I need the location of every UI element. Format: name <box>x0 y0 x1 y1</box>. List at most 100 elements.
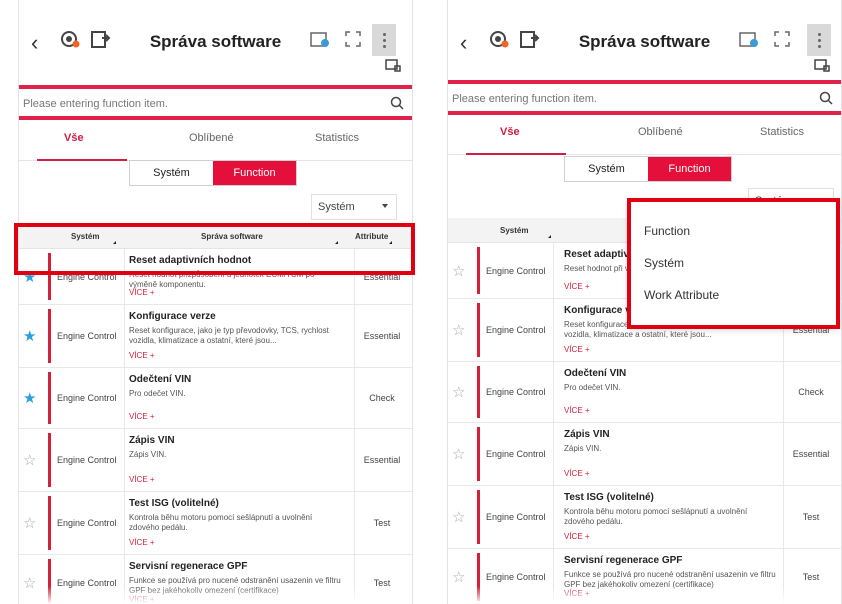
column-divider <box>783 362 784 422</box>
car-icon[interactable] <box>813 57 831 73</box>
row-function-name: Servisní regenerace GPF <box>129 561 248 572</box>
highlight-box <box>627 198 840 329</box>
table-row[interactable]: ☆ Engine Control Test ISG (volitelné) Kontr… <box>448 486 841 549</box>
more-link[interactable]: VÍCE + <box>129 288 155 297</box>
search-icon[interactable] <box>819 91 833 105</box>
more-link[interactable]: VÍCE + <box>129 538 155 547</box>
table-row[interactable]: ★ Engine Control Konfigurace verze Reset ko… <box>19 305 412 368</box>
star-icon[interactable]: ☆ <box>452 445 465 463</box>
row-marker <box>48 309 51 363</box>
toggle-system[interactable]: Systém <box>130 161 213 185</box>
tab-all[interactable]: Vše <box>500 126 520 138</box>
column-divider <box>354 305 355 367</box>
star-icon[interactable]: ☆ <box>452 262 465 280</box>
column-divider <box>553 423 554 485</box>
row-marker <box>477 427 480 481</box>
more-link[interactable]: VÍCE + <box>129 475 155 484</box>
row-system: Engine Control <box>486 572 546 582</box>
table-row[interactable]: ☆ Engine Control Zápis VIN Zápis VIN. VÍCE +… <box>19 429 412 492</box>
more-link[interactable]: VÍCE + <box>564 469 590 478</box>
star-icon[interactable]: ☆ <box>452 321 465 339</box>
row-description: Pro odečet VIN. <box>564 383 621 392</box>
row-description: Reset konfigurace, jako je typ převodovk… <box>129 326 329 345</box>
row-system: Engine Control <box>57 331 117 341</box>
more-vert-icon[interactable] <box>807 24 831 56</box>
star-icon[interactable]: ★ <box>23 327 36 345</box>
star-icon[interactable]: ★ <box>23 389 36 407</box>
more-link[interactable]: VÍCE + <box>564 282 590 291</box>
row-attribute: Check <box>798 387 824 397</box>
row-function-name: Odečtení VIN <box>564 368 627 379</box>
function-table: Systém Správa software Attribute ★ Engine… <box>19 224 412 604</box>
sort-icon <box>548 235 551 238</box>
tab-favorites[interactable]: Oblíbené <box>189 132 234 144</box>
row-system: Engine Control <box>486 325 546 335</box>
row-function-name: Servisní regenerace GPF <box>564 555 683 566</box>
row-attribute: Check <box>369 393 395 403</box>
star-icon[interactable]: ☆ <box>452 508 465 526</box>
row-system: Engine Control <box>57 518 117 528</box>
row-attribute: Essential <box>792 449 830 459</box>
fullscreen-icon[interactable] <box>771 28 793 50</box>
star-icon[interactable]: ☆ <box>452 383 465 401</box>
row-attribute: Test <box>802 512 820 522</box>
row-function-name: Konfigurace verze <box>129 311 216 322</box>
row-description: Kontrola běhu motoru pomocí sešlápnutí a… <box>129 513 313 532</box>
tab-active-indicator <box>37 159 127 161</box>
tab-statistics[interactable]: Statistics <box>315 132 359 144</box>
chevron-down-icon <box>382 204 388 208</box>
row-function-name: Test ISG (volitelné) <box>564 492 654 503</box>
search-input[interactable] <box>19 93 388 115</box>
star-icon[interactable]: ☆ <box>23 451 36 469</box>
table-row[interactable]: ☆ Engine Control Test ISG (volitelné) Kontr… <box>19 492 412 555</box>
star-icon[interactable]: ☆ <box>452 568 465 586</box>
toggle-function[interactable]: Function <box>648 157 731 181</box>
table-row[interactable]: ★ Engine Control Odečtení VIN Pro odečet VI… <box>19 368 412 429</box>
table-row[interactable]: ☆ Engine Control Zápis VIN Zápis VIN. VÍCE +… <box>448 423 841 486</box>
search-input[interactable] <box>448 88 817 110</box>
column-divider <box>553 243 554 298</box>
column-divider <box>354 368 355 428</box>
fullscreen-icon[interactable] <box>342 28 364 50</box>
search-top-line <box>448 80 841 84</box>
row-attribute: Test <box>373 518 391 528</box>
row-system: Engine Control <box>486 449 546 459</box>
row-system: Engine Control <box>57 393 117 403</box>
row-description: Zápis VIN. <box>129 450 167 459</box>
search-icon[interactable] <box>390 96 404 110</box>
tab-bar: Vše Oblíbené Statistics <box>448 120 841 155</box>
column-divider <box>124 429 125 491</box>
vci-icon[interactable] <box>309 28 331 50</box>
tab-all[interactable]: Vše <box>64 132 84 144</box>
row-function-name: Zápis VIN <box>564 429 610 440</box>
row-attribute: Essential <box>363 331 401 341</box>
toggle-system[interactable]: Systém <box>565 157 648 181</box>
vci-icon[interactable] <box>738 28 760 50</box>
more-link[interactable]: VÍCE + <box>129 351 155 360</box>
sort-dropdown[interactable]: Systém <box>311 194 397 220</box>
row-attribute: Test <box>802 572 820 582</box>
more-link[interactable]: VÍCE + <box>564 532 590 541</box>
column-divider <box>354 429 355 491</box>
more-vert-icon[interactable] <box>372 24 396 56</box>
row-system: Engine Control <box>486 266 546 276</box>
toggle-function[interactable]: Function <box>213 161 296 185</box>
more-link[interactable]: VÍCE + <box>564 345 590 354</box>
highlight-box <box>14 223 415 275</box>
row-attribute: Essential <box>363 455 401 465</box>
sort-dropdown-value: Systém <box>318 201 355 213</box>
more-link[interactable]: VÍCE + <box>564 406 590 415</box>
col-system[interactable]: Systém <box>500 226 528 235</box>
tab-statistics[interactable]: Statistics <box>760 126 804 138</box>
more-link[interactable]: VÍCE + <box>129 412 155 421</box>
top-bar: ‹ Správa software <box>19 0 412 78</box>
row-description: Zápis VIN. <box>564 444 602 453</box>
car-icon[interactable] <box>384 57 402 73</box>
tab-favorites[interactable]: Oblíbené <box>638 126 683 138</box>
row-marker <box>48 433 51 487</box>
table-row[interactable]: ☆ Engine Control Odečtení VIN Pro odečet VI… <box>448 362 841 423</box>
star-icon[interactable]: ☆ <box>23 514 36 532</box>
tab-bar: Vše Oblíbené Statistics <box>19 126 412 161</box>
table-body: ★ Engine Control Reset adaptivních hodnot R… <box>19 249 412 604</box>
column-divider <box>124 305 125 367</box>
